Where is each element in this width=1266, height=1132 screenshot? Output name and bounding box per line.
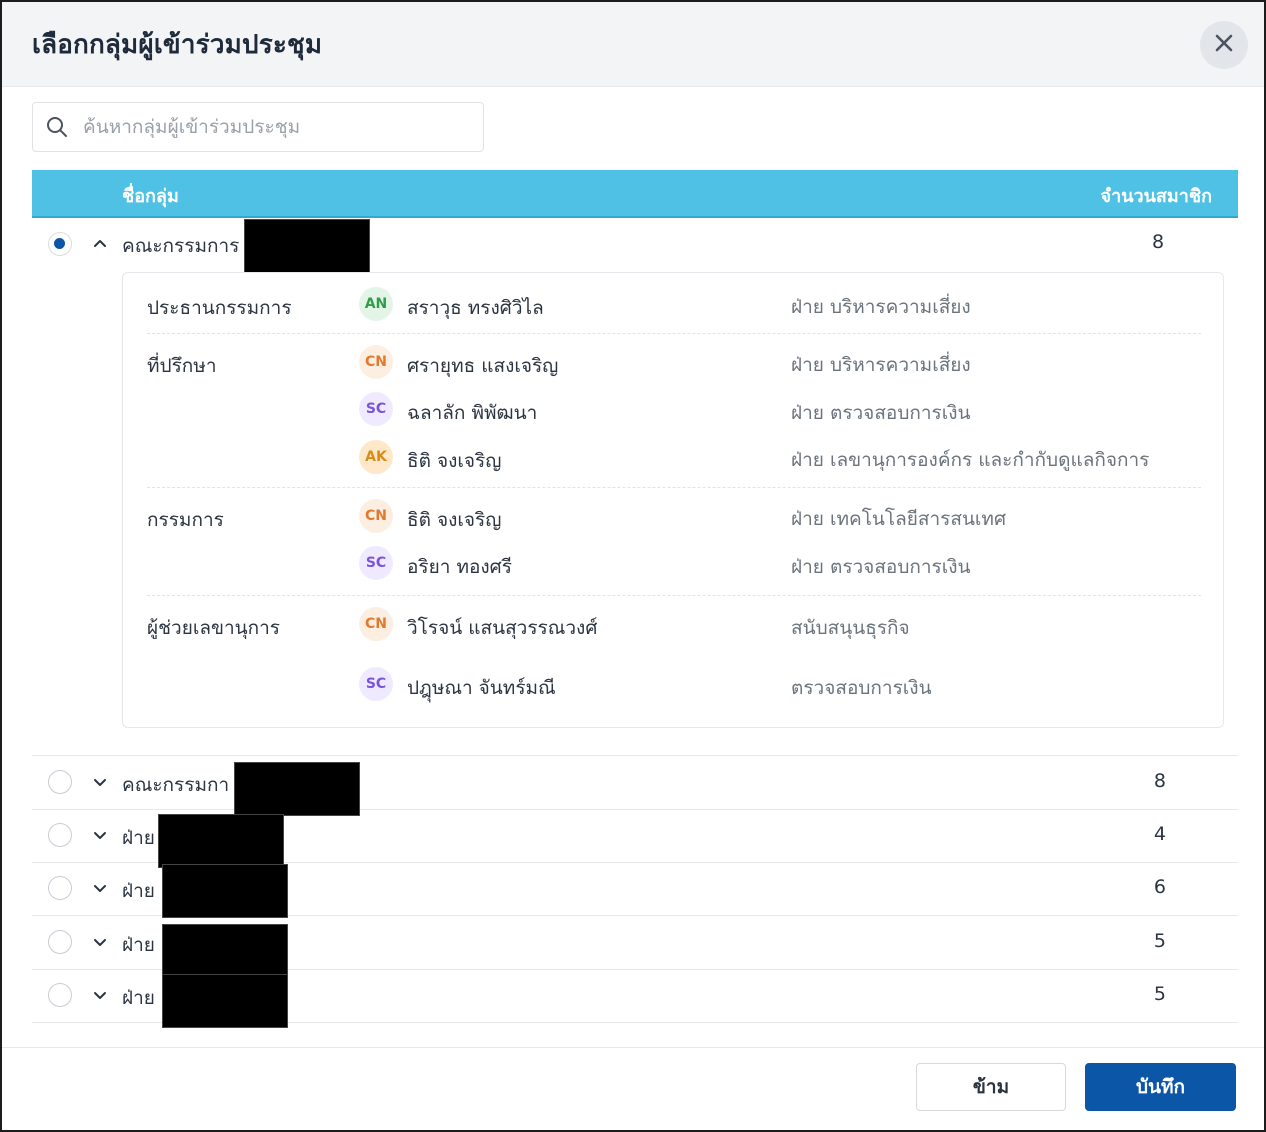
- member-name: อริยา ทองศรี: [407, 556, 512, 578]
- group-radio[interactable]: [48, 930, 72, 954]
- table-header: ชื่อกลุ่ม จำนวนสมาชิก: [32, 170, 1238, 218]
- close-button[interactable]: [1200, 21, 1248, 69]
- group-members-panel: ประธานกรรมการ AN สราวุธ ทรงศิวิไล ฝ่าย บ…: [122, 272, 1224, 728]
- member-name: ปฎุษณา จันทร์มณี: [407, 677, 556, 699]
- member-name: ธิติ จงเจริญ: [407, 509, 502, 531]
- save-button[interactable]: บันทึก: [1085, 1063, 1236, 1111]
- skip-button[interactable]: ข้าม: [916, 1063, 1066, 1111]
- redacted-block: [158, 814, 284, 868]
- role-label: ประธานกรรมการ: [147, 297, 292, 319]
- search-box: [32, 102, 484, 152]
- avatar: SC: [359, 667, 393, 701]
- search-input[interactable]: [81, 111, 475, 143]
- group-radio[interactable]: [48, 876, 72, 900]
- group-count: 8: [1152, 231, 1165, 253]
- avatar: CN: [359, 607, 393, 641]
- group-count: 5: [1153, 930, 1166, 952]
- role-label: ที่ปรึกษา: [147, 355, 217, 377]
- group-count: 6: [1153, 876, 1166, 898]
- role-label: กรรมการ: [147, 509, 224, 531]
- avatar: CN: [359, 499, 393, 533]
- chevron-down-icon[interactable]: [92, 775, 108, 795]
- member-name: ฉลาลัก พิพัฒนา: [407, 402, 538, 424]
- chevron-down-icon[interactable]: [92, 988, 108, 1008]
- member-department: ฝ่าย บริหารความเสี่ยง: [791, 296, 971, 318]
- member-department: ฝ่าย ตรวจสอบการเงิน: [791, 402, 971, 424]
- avatar: AK: [359, 440, 393, 474]
- modal-dialog: เลือกกลุ่มผู้เข้าร่วมประชุม ชื่อกลุ่ม จำ…: [0, 0, 1266, 1132]
- dialog-title: เลือกกลุ่มผู้เข้าร่วมประชุม: [32, 30, 323, 60]
- member-name: ศรายุทธ แสงเจริญ: [407, 355, 559, 377]
- member-name: วิโรจน์ แสนสุวรรณวงศ์: [407, 617, 598, 639]
- group-count: 8: [1153, 770, 1166, 792]
- member-department: สนับสนุนธุรกิจ: [791, 617, 910, 639]
- chevron-down-icon[interactable]: [92, 881, 108, 901]
- group-name: คณะกรรมการ: [122, 235, 240, 257]
- column-header-name: ชื่อกลุ่ม: [122, 186, 179, 207]
- dialog-header: เลือกกลุ่มผู้เข้าร่วมประชุม: [2, 2, 1264, 87]
- avatar: CN: [359, 345, 393, 379]
- group-radio[interactable]: [48, 823, 72, 847]
- group-radio[interactable]: [48, 770, 72, 794]
- member-name: ธิติ จงเจริญ: [407, 450, 502, 472]
- group-name: ฝ่าย: [122, 934, 155, 956]
- close-icon: [1214, 33, 1234, 57]
- group-row[interactable]: คณะกรรมกา 8: [32, 755, 1238, 810]
- group-name: คณะกรรมกา: [122, 774, 230, 796]
- group-count: 4: [1153, 823, 1166, 845]
- group-count: 5: [1153, 983, 1166, 1005]
- divider: [147, 487, 1201, 488]
- avatar: SC: [359, 392, 393, 426]
- group-radio-selected[interactable]: [48, 232, 72, 256]
- member-department: ฝ่าย เลขานุการองค์กร และกำกับดูแลกิจการ: [791, 449, 1150, 471]
- group-name: ฝ่าย: [122, 827, 155, 849]
- member-department: ฝ่าย เทคโนโลยีสารสนเทศ: [791, 508, 1007, 530]
- divider: [147, 333, 1201, 334]
- member-department: ตรวจสอบการเงิน: [791, 677, 932, 699]
- redacted-block: [162, 864, 288, 918]
- divider: [147, 595, 1201, 596]
- group-name: ฝ่าย: [122, 987, 155, 1009]
- redacted-block: [234, 762, 360, 816]
- chevron-down-icon[interactable]: [92, 828, 108, 848]
- group-radio[interactable]: [48, 983, 72, 1007]
- member-department: ฝ่าย บริหารความเสี่ยง: [791, 354, 971, 376]
- group-name: ฝ่าย: [122, 880, 155, 902]
- redacted-block: [162, 974, 288, 1028]
- role-label: ผู้ช่วยเลขานุการ: [147, 617, 280, 639]
- avatar: SC: [359, 546, 393, 580]
- redacted-block: [244, 219, 370, 273]
- avatar: AN: [359, 287, 393, 321]
- chevron-up-icon[interactable]: [92, 235, 108, 255]
- member-name: สราวุธ ทรงศิวิไล: [407, 297, 544, 319]
- column-header-count: จำนวนสมาชิก: [1100, 186, 1212, 207]
- chevron-down-icon[interactable]: [92, 935, 108, 955]
- footer-divider: [2, 1047, 1264, 1048]
- member-department: ฝ่าย ตรวจสอบการเงิน: [791, 556, 971, 578]
